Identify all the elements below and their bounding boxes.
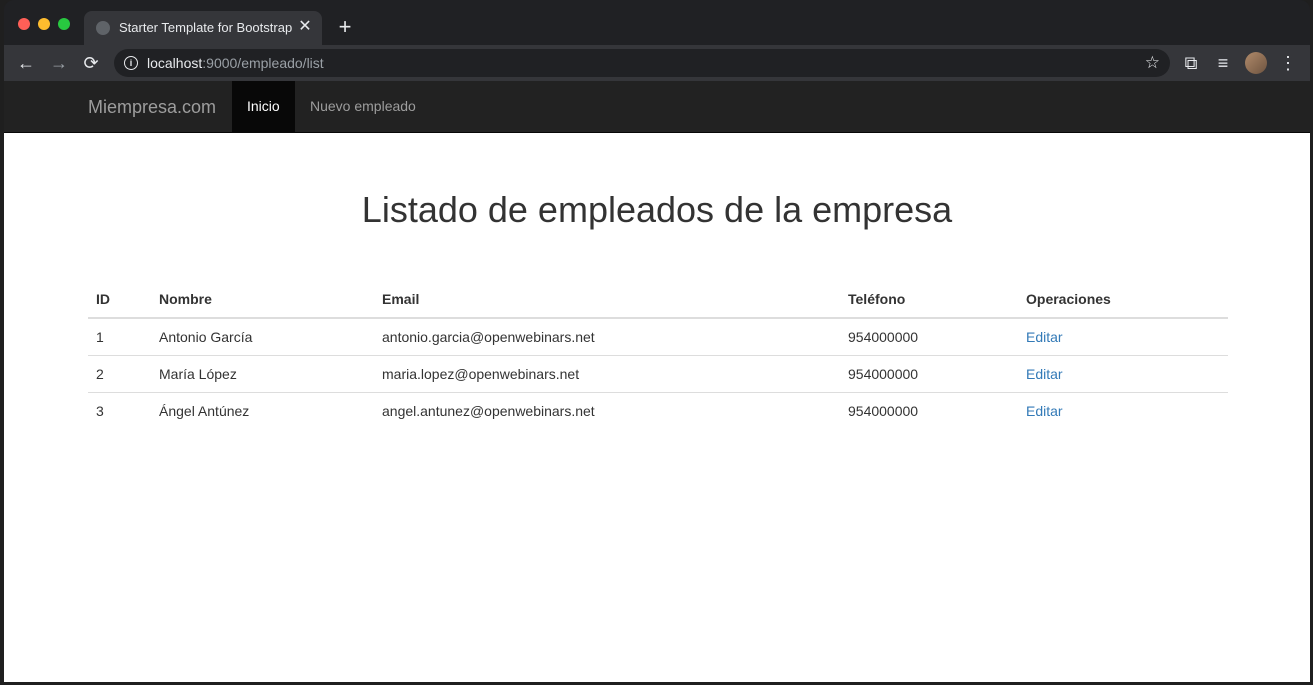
column-header-email: Email [374, 280, 840, 319]
reload-icon[interactable]: ⟳ [79, 51, 103, 75]
employees-table: ID Nombre Email Teléfono Operaciones 1 A… [88, 280, 1228, 429]
cell-email: angel.antunez@openwebinars.net [374, 392, 840, 429]
column-header-nombre: Nombre [151, 280, 374, 319]
tab-title: Starter Template for Bootstrap [119, 20, 293, 35]
table-row: 3 Ángel Antúnez angel.antunez@openwebina… [88, 392, 1228, 429]
site-navbar: Miempresa.com Inicio Nuevo empleado [4, 81, 1310, 133]
page-title: Listado de empleados de la empresa [361, 189, 953, 230]
profile-avatar[interactable] [1245, 52, 1267, 74]
address-bar[interactable]: i localhost:9000/empleado/list ☆ [114, 49, 1170, 77]
url-host: localhost [147, 55, 203, 71]
new-tab-button[interactable]: + [334, 16, 356, 38]
edit-link[interactable]: Editar [1026, 403, 1063, 419]
table-header-row: ID Nombre Email Teléfono Operaciones [88, 280, 1228, 319]
cell-nombre: Ángel Antúnez [151, 392, 374, 429]
cell-id: 3 [88, 392, 151, 429]
table-row: 2 María López maria.lopez@openwebinars.n… [88, 355, 1228, 393]
url-path: :9000/empleado/list [202, 55, 324, 71]
media-control-icon[interactable]: ≡ [1211, 51, 1235, 75]
cell-operaciones: Editar [1018, 318, 1228, 356]
info-icon[interactable]: i [124, 56, 138, 70]
brand-link[interactable]: Miempresa.com [88, 97, 216, 118]
cell-nombre: Antonio García [159, 329, 253, 345]
cell-telefono: 954000000 [848, 329, 919, 345]
cell-id: 1 [96, 329, 104, 345]
cell-operaciones: Editar [1018, 392, 1228, 429]
tab-strip: Starter Template for Bootstrap ✕ + [4, 0, 1310, 45]
cell-email: maria.lopez@openwebinars.net [374, 355, 840, 393]
column-header-id: ID [88, 280, 151, 319]
nav-item-nuevo-empleado[interactable]: Nuevo empleado [295, 81, 431, 132]
minimize-window-button[interactable] [38, 18, 50, 30]
page-content: Miempresa.com Inicio Nuevo empleado List… [4, 81, 1310, 682]
browser-tab[interactable]: Starter Template for Bootstrap ✕ [84, 11, 322, 45]
edit-link[interactable]: Editar [1026, 366, 1063, 382]
table-row: 1 Antonio García antonio.garcia@openwebi… [88, 318, 1228, 356]
back-icon[interactable]: ← [14, 51, 38, 75]
cell-nombre: María López [151, 355, 374, 393]
extensions-icon[interactable]: ⧉ [1179, 51, 1203, 75]
cell-telefono: 954000000 [840, 392, 1018, 429]
bookmark-star-icon[interactable]: ☆ [1145, 53, 1160, 73]
browser-toolbar: ← → ⟳ i localhost:9000/empleado/list ☆ ⧉… [4, 45, 1310, 81]
close-tab-icon[interactable]: ✕ [296, 18, 314, 36]
url-text[interactable]: localhost:9000/empleado/list [147, 55, 324, 71]
cell-id: 2 [88, 355, 151, 393]
globe-icon [96, 21, 110, 35]
column-header-telefono: Teléfono [840, 280, 1018, 319]
cell-operaciones: Editar [1018, 355, 1228, 393]
nav-item-inicio[interactable]: Inicio [232, 81, 295, 132]
cell-email: antonio.garcia@openwebinars.net [382, 329, 595, 345]
close-window-button[interactable] [18, 18, 30, 30]
maximize-window-button[interactable] [58, 18, 70, 30]
column-header-operaciones: Operaciones [1018, 280, 1228, 319]
menu-icon[interactable]: ⋮ [1276, 51, 1300, 75]
forward-icon[interactable]: → [47, 51, 71, 75]
browser-window: Starter Template for Bootstrap ✕ + ← → ⟳… [4, 0, 1310, 682]
cell-telefono: 954000000 [840, 355, 1018, 393]
edit-link[interactable]: Editar [1026, 329, 1063, 345]
